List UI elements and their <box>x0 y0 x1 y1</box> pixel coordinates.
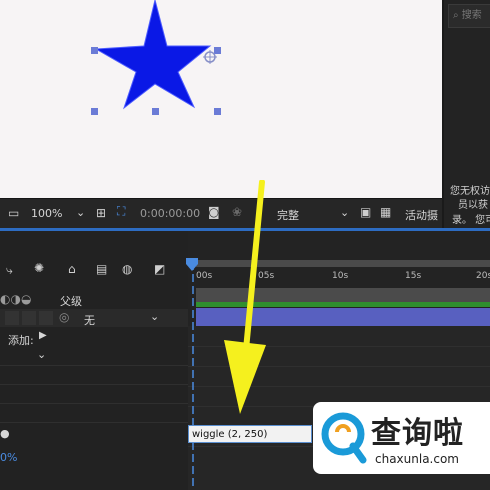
region-of-interest-icon[interactable]: ▣ <box>360 205 371 219</box>
layer-pane: ⤷ ✺ ⌂ ▤ ◍ ◩ ◐◑◒ 父级 ◎ 无 ⌄ 添加: ▶ ⌄ ● 0% <box>0 231 188 490</box>
parent-select-value[interactable]: 无 <box>84 312 95 328</box>
composition-canvas[interactable] <box>0 0 442 198</box>
ruler-tick-label: 00s <box>196 271 213 281</box>
pick-whip-icon[interactable]: ◎ <box>59 310 69 324</box>
panel-message-line: 录。 您可 <box>452 215 490 226</box>
transparency-grid-icon[interactable]: ▦ <box>380 205 391 219</box>
expression-input[interactable]: wiggle (2, 250) <box>188 425 312 443</box>
watermark: 查询啦 chaxunla.com <box>313 402 490 474</box>
parent-link-icon[interactable]: ⤷ <box>6 263 13 278</box>
chevron-down-icon[interactable]: ⌄ <box>37 348 46 361</box>
annotation-arrow <box>224 180 266 414</box>
grid-icon[interactable]: ⊞ <box>96 206 106 220</box>
motion-blur-icon[interactable]: ▤ <box>96 262 107 276</box>
ruler-tick-label: 10s <box>332 271 349 281</box>
shy-layers-icon[interactable]: ✺ <box>34 261 44 275</box>
star-shape <box>94 0 212 110</box>
search-input[interactable]: ⌕ 搜索 <box>448 4 490 28</box>
add-label[interactable]: 添加: <box>8 332 34 348</box>
chevron-down-icon[interactable]: ⌄ <box>340 206 349 219</box>
property-value[interactable]: 0% <box>0 451 17 464</box>
playhead-icon[interactable] <box>186 258 198 272</box>
switch-box <box>39 311 53 325</box>
chevron-down-icon[interactable]: ⌄ <box>150 310 159 323</box>
row-divider <box>0 384 188 385</box>
frame-blending-icon[interactable]: ⌂ <box>68 262 76 276</box>
star-layer[interactable] <box>0 0 442 198</box>
camera-icon[interactable]: ◙ <box>208 205 220 219</box>
selection-handle <box>91 47 98 54</box>
active-camera-select[interactable]: 活动摄 <box>405 207 438 223</box>
row-divider <box>0 403 188 404</box>
panel-message-line: 员以获 <box>458 200 488 211</box>
draft-3d-icon[interactable]: ◩ <box>154 262 165 276</box>
selection-handle <box>152 108 159 115</box>
selection-handle <box>214 108 221 115</box>
row-divider <box>0 365 188 366</box>
play-arrow-icon[interactable]: ▶ <box>39 330 47 341</box>
composition-viewer[interactable] <box>0 0 442 198</box>
layer-row[interactable]: ◎ 无 ⌄ <box>0 309 188 327</box>
search-icon: ⌕ <box>453 10 459 21</box>
mask-toggle-icon[interactable]: ⛶ <box>117 204 125 219</box>
row-divider <box>0 422 188 423</box>
graph-editor-icon[interactable]: ◍ <box>122 262 132 276</box>
resolution-select[interactable]: 完整 <box>277 207 299 223</box>
panel-message-line: 您无权访 <box>450 186 490 197</box>
switch-box <box>5 311 19 325</box>
stopwatch-icon[interactable]: ● <box>0 427 10 440</box>
current-time-indicator[interactable] <box>191 262 195 490</box>
ruler-tick-label: 15s <box>405 271 422 281</box>
switch-box <box>22 311 36 325</box>
watermark-brand: 查询啦 <box>371 416 464 451</box>
chevron-down-icon[interactable]: ⌄ <box>76 206 85 219</box>
solo-icon[interactable]: ◐◑◒ <box>0 292 31 306</box>
selection-handle <box>91 108 98 115</box>
monitor-icon[interactable]: ▭ <box>8 206 19 220</box>
timecode-field[interactable]: 0:00:00:00 <box>140 207 200 220</box>
search-placeholder: 搜索 <box>461 10 482 21</box>
watermark-url: chaxunla.com <box>375 452 459 466</box>
ruler-tick-label: 20s <box>476 271 490 281</box>
parent-column-header: 父级 <box>60 295 82 308</box>
zoom-select[interactable]: 100% <box>31 207 62 220</box>
magnifier-logo-icon <box>321 412 367 464</box>
selection-handle <box>214 47 221 54</box>
